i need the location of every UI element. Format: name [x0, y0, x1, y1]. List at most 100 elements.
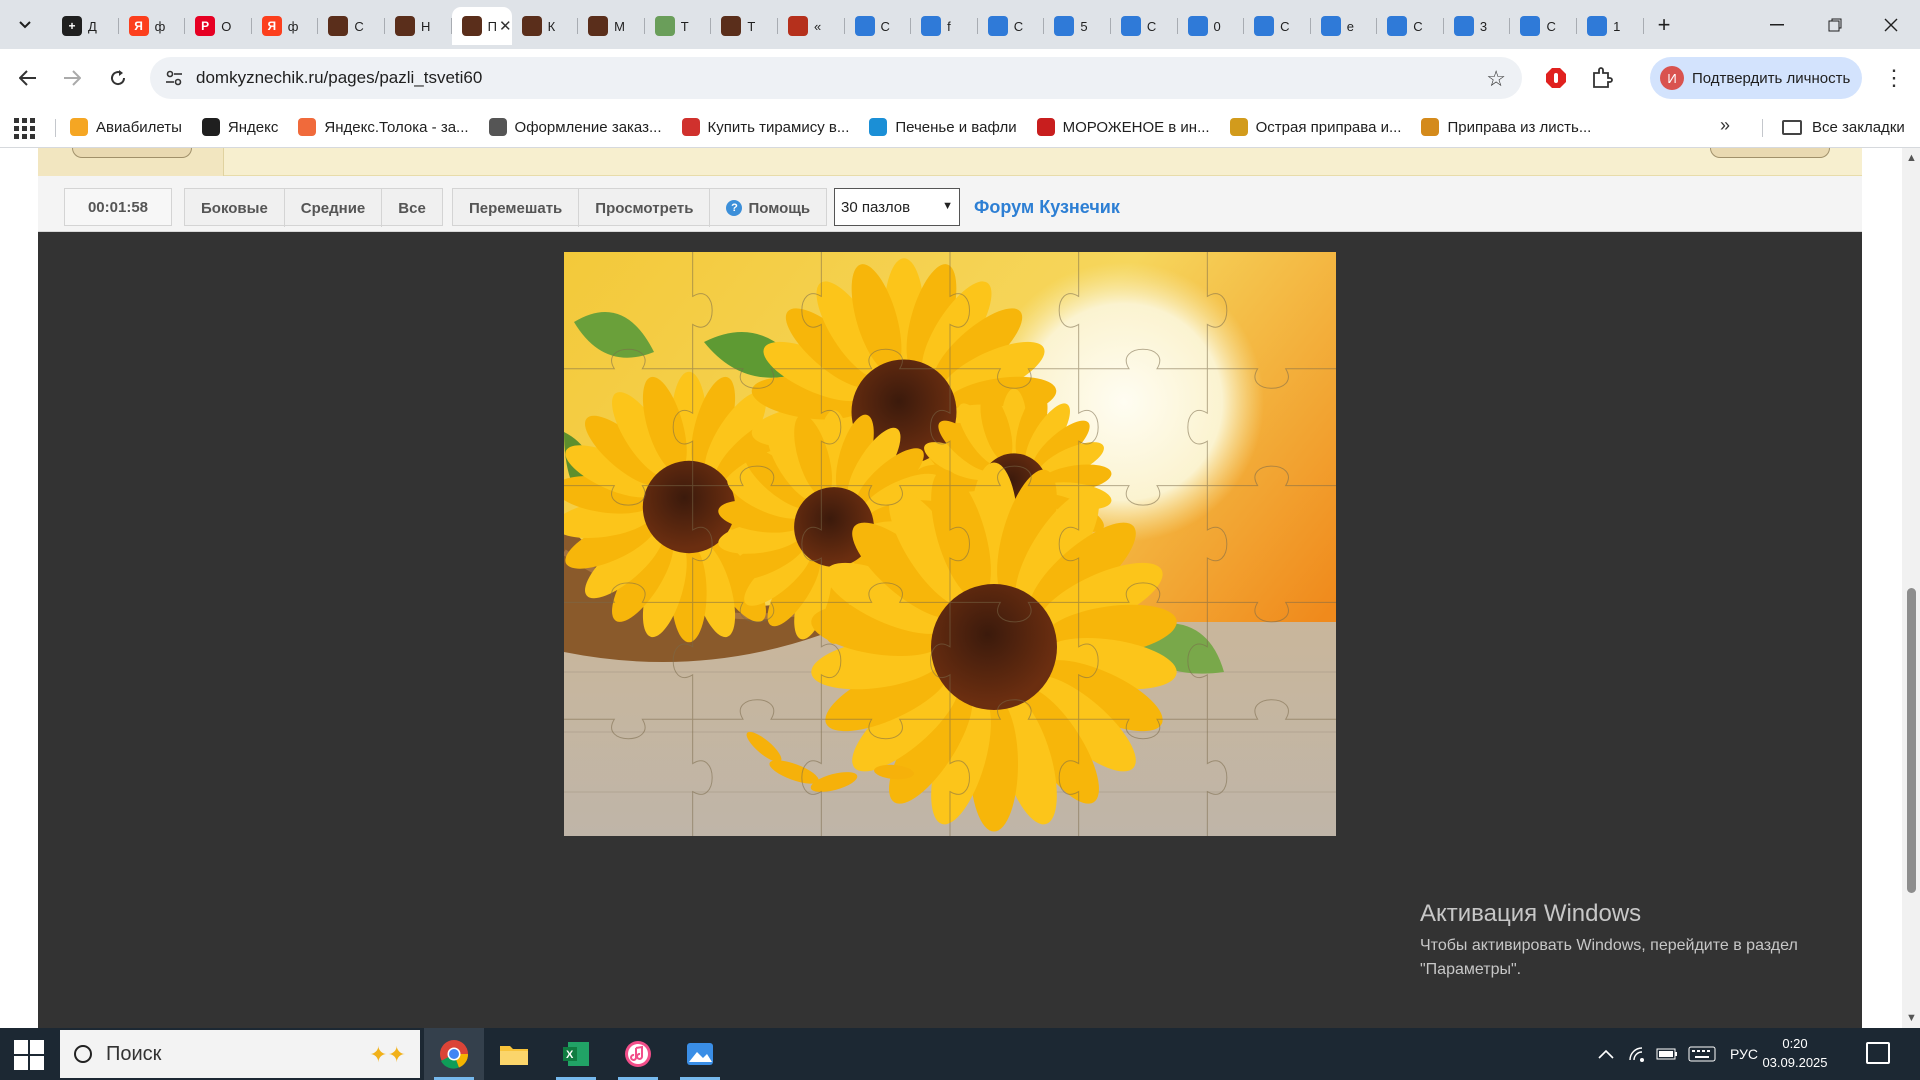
bookmark-item[interactable]: Купить тирамису в...	[681, 118, 849, 136]
yandex-icon: Я	[128, 16, 149, 36]
bookmark-item[interactable]: Приправа из листь...	[1421, 118, 1591, 136]
bookmarks-bar: Авиабилеты Яндекс Яндекс.Толока - за... Офо…	[0, 107, 1920, 148]
tab[interactable]: С	[845, 7, 912, 45]
tab[interactable]: С	[1244, 7, 1311, 45]
minimize-icon[interactable]	[1748, 0, 1806, 49]
bookmark-star-icon[interactable]: ☆	[1486, 66, 1506, 92]
restore-icon[interactable]	[1806, 0, 1864, 49]
tab[interactable]: Яф	[252, 7, 319, 45]
bookmark-item[interactable]: Яндекс	[201, 118, 278, 136]
tab-search-chevron-icon[interactable]	[8, 10, 42, 40]
windows-start-icon[interactable]	[12, 1038, 46, 1070]
tab[interactable]: f	[911, 7, 978, 45]
notification-center-icon[interactable]	[1866, 1042, 1890, 1064]
file-explorer-icon[interactable]	[484, 1028, 544, 1080]
tab[interactable]: 5	[1044, 7, 1111, 45]
shuffle-button[interactable]: Перемешать	[453, 189, 580, 227]
scroll-up-icon[interactable]: ▲	[1906, 152, 1917, 164]
middle-button[interactable]: Средние	[285, 189, 383, 227]
extensions-icon[interactable]	[1586, 62, 1618, 94]
bookmark-item[interactable]: Авиабилеты	[70, 118, 182, 136]
bookmark-label: Авиабилеты	[96, 118, 182, 136]
browser-menu-icon[interactable]: ⋮	[1880, 62, 1908, 94]
chrome-icon[interactable]	[424, 1028, 484, 1080]
tab[interactable]: С	[978, 7, 1045, 45]
scroll-down-icon[interactable]: ▼	[1906, 1012, 1917, 1024]
tab[interactable]: К	[512, 7, 579, 45]
preview-button[interactable]: Просмотреть	[579, 189, 711, 227]
piece-count-select[interactable]: 30 пазлов ▼	[834, 188, 960, 226]
gallery-icon	[1453, 16, 1474, 36]
url-text[interactable]: domkyznechik.ru/pages/pazli_tsveti60	[196, 68, 482, 88]
photos-icon[interactable]	[670, 1028, 730, 1080]
adblock-icon[interactable]	[1540, 62, 1572, 94]
puzzle-image[interactable]	[564, 252, 1336, 836]
activation-title: Активация Windows	[1420, 900, 1642, 927]
reload-icon[interactable]	[102, 62, 134, 94]
help-button[interactable]: ? Помощь	[710, 189, 826, 227]
tab-title: С	[1280, 18, 1290, 34]
site-info-icon[interactable]	[154, 57, 194, 99]
all-bookmarks-button[interactable]: Все закладки	[1782, 107, 1905, 147]
tab-title: 0	[1213, 18, 1221, 34]
tab[interactable]: С	[318, 7, 385, 45]
tab[interactable]: + Д	[52, 7, 119, 45]
back-icon[interactable]	[12, 62, 44, 94]
tab-title: С	[354, 18, 364, 34]
tab[interactable]: Т	[645, 7, 712, 45]
close-window-icon[interactable]	[1862, 0, 1920, 49]
more-bookmarks-icon[interactable]: »	[1720, 115, 1730, 136]
tab-active[interactable]: П ✕	[451, 7, 512, 45]
tab[interactable]: 0	[1178, 7, 1245, 45]
forward-icon[interactable]	[56, 62, 88, 94]
excel-icon[interactable]: X	[546, 1028, 606, 1080]
bookmark-item[interactable]: Оформление заказ...	[488, 118, 662, 136]
tab[interactable]: М	[578, 7, 645, 45]
tab-title: С	[1146, 18, 1157, 34]
tab-title: Т	[747, 18, 756, 34]
bookmark-item[interactable]: Острая приправа и...	[1229, 118, 1401, 136]
sides-button[interactable]: Боковые	[185, 189, 285, 227]
clock[interactable]: 0:20 03.09.2025	[1760, 1034, 1830, 1072]
tab-title: Д	[88, 18, 97, 34]
tab[interactable]: С	[1377, 7, 1444, 45]
close-tab-icon[interactable]: ✕	[499, 17, 512, 35]
battery-icon[interactable]	[1656, 1028, 1678, 1080]
profile-button[interactable]: И Подтвердить личность	[1650, 57, 1862, 99]
tab[interactable]: Н	[385, 7, 452, 45]
scroll-thumb[interactable]	[1907, 588, 1916, 893]
apps-grid-icon[interactable]	[12, 116, 36, 140]
bookmark-label: Оформление заказ...	[514, 118, 662, 136]
itunes-icon[interactable]	[608, 1028, 668, 1080]
language-indicator[interactable]: РУС	[1730, 1028, 1758, 1080]
tab[interactable]: PО	[185, 7, 252, 45]
bookmark-item[interactable]: Печенье и вафли	[869, 118, 1017, 136]
show-hidden-icons[interactable]	[1598, 1028, 1614, 1080]
new-tab-button[interactable]: +	[1648, 9, 1680, 41]
clock-time: 0:20	[1782, 1036, 1808, 1051]
pinterest-icon: P	[195, 16, 216, 36]
tab[interactable]: Т	[711, 7, 778, 45]
page-scrollbar[interactable]: ▲ ▼	[1902, 148, 1920, 1028]
bookmark-item[interactable]: Яндекс.Толока - за...	[298, 118, 469, 136]
network-icon[interactable]	[1628, 1028, 1646, 1080]
banner-button[interactable]	[72, 148, 192, 158]
gallery-icon	[1520, 16, 1541, 36]
taskbar-search[interactable]: Поиск ✦✦	[60, 1030, 420, 1078]
tab[interactable]: Яф	[119, 7, 186, 45]
tab[interactable]: С	[1111, 7, 1178, 45]
tab[interactable]: е	[1311, 7, 1378, 45]
tab-title: 5	[1080, 18, 1088, 34]
dropdown-arrow-icon: ▼	[942, 200, 953, 212]
address-bar[interactable]: domkyznechik.ru/pages/pazli_tsveti60 ☆	[150, 57, 1522, 99]
bookmark-item[interactable]: МОРОЖЕНОЕ в ин...	[1036, 118, 1210, 136]
banner-button[interactable]	[1710, 148, 1830, 158]
tab[interactable]: С	[1510, 7, 1577, 45]
forum-link[interactable]: Форум Кузнечик	[974, 188, 1120, 226]
bookmark-list: Авиабилеты Яндекс Яндекс.Толока - за... Офо…	[70, 107, 1611, 147]
all-pieces-button[interactable]: Все	[382, 189, 442, 227]
tab[interactable]: «	[778, 7, 845, 45]
keyboard-icon[interactable]	[1688, 1028, 1716, 1080]
tab[interactable]: 3	[1444, 7, 1511, 45]
tab[interactable]: 1	[1577, 7, 1644, 45]
